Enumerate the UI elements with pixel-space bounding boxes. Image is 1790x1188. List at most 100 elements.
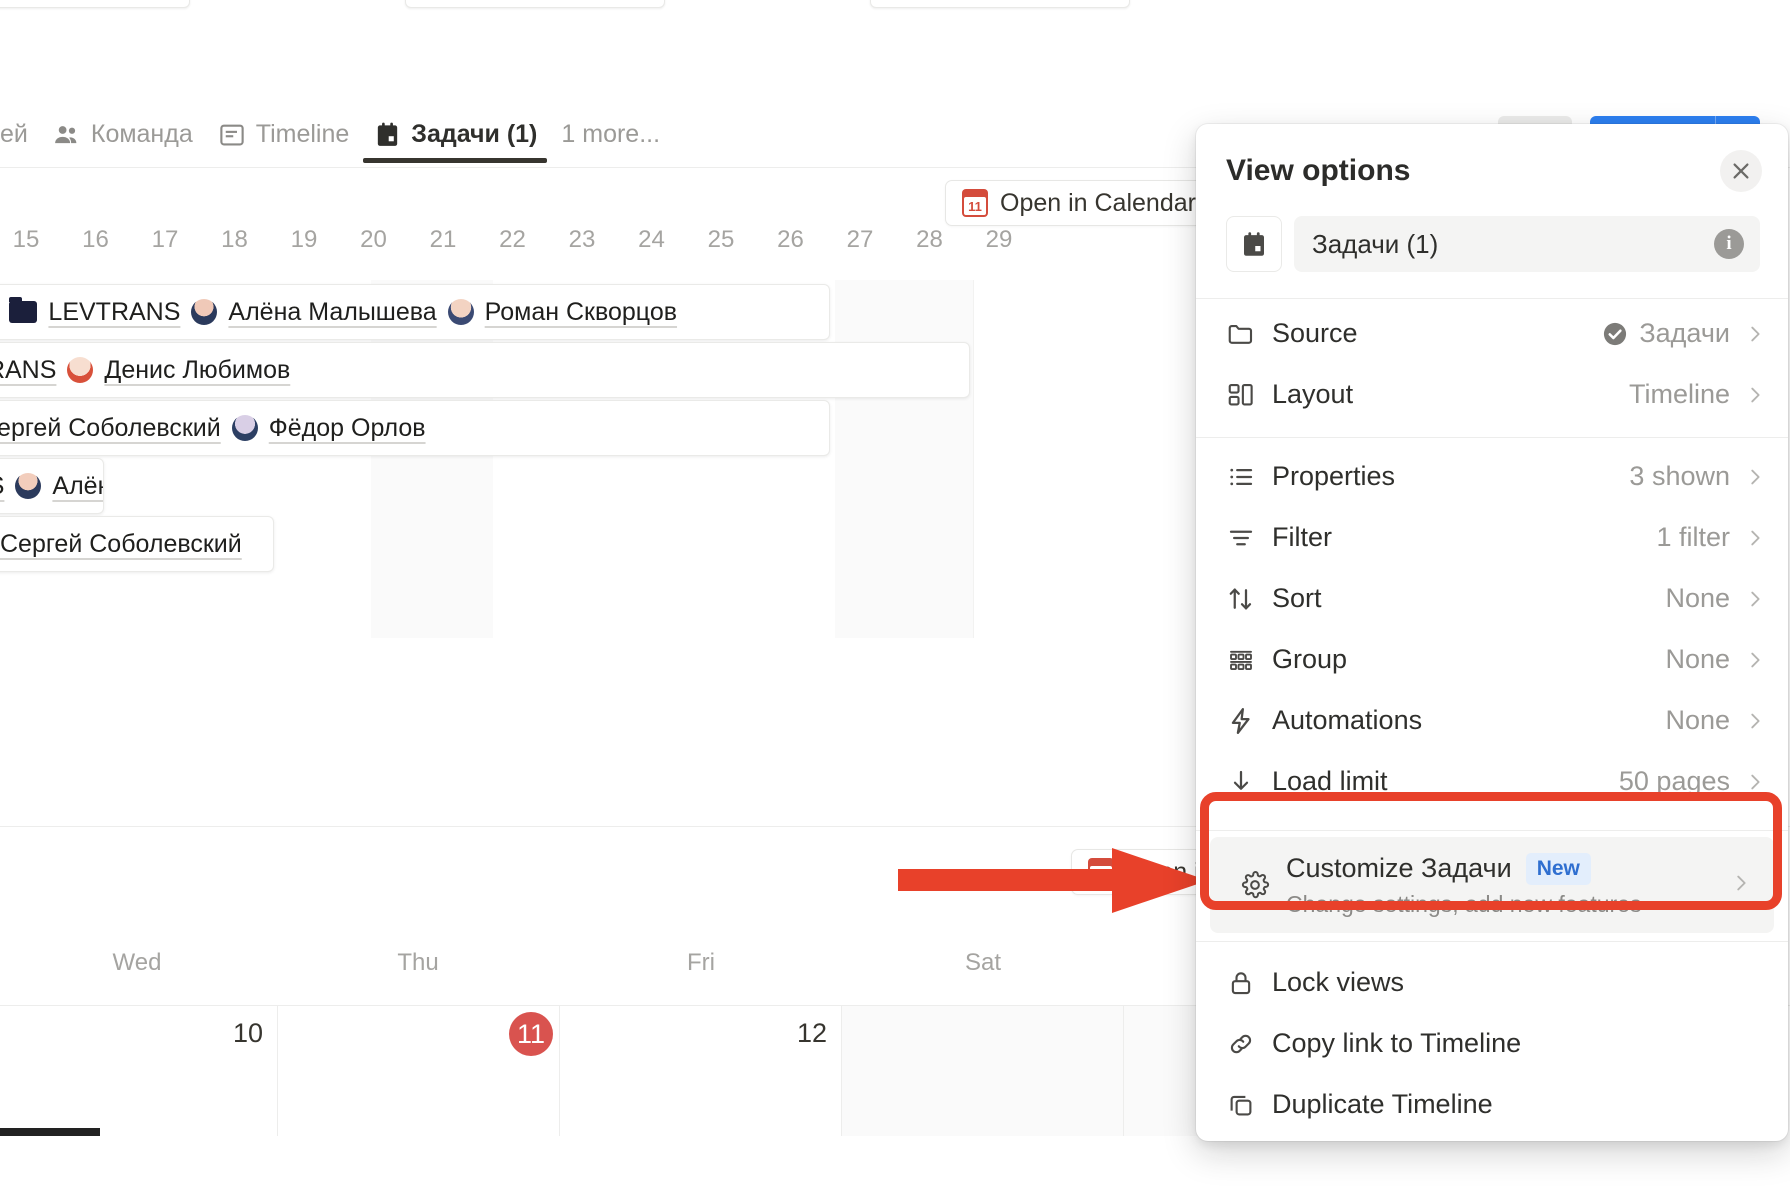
timeline-day-number: 29 [985, 226, 1013, 253]
calendar-day-cell[interactable]: 12 [560, 1006, 842, 1136]
folder-icon [9, 297, 38, 323]
partial-card-3 [870, 0, 1130, 8]
tab-timeline[interactable]: Timeline [205, 106, 362, 163]
view-options-popup: View options Задачи (1) i Source Задачи … [1196, 124, 1788, 1141]
popup-row-label: Source [1272, 318, 1358, 348]
duplicate-icon [1226, 1090, 1272, 1120]
bolt-icon [1226, 706, 1272, 736]
task-assignee-name: Алёна Малышева [228, 297, 437, 326]
customize-row[interactable]: Customize Задачи New Change settings, ad… [1210, 837, 1774, 933]
timeline-day-number: 24 [638, 226, 665, 253]
close-icon[interactable] [1720, 150, 1762, 192]
open-in-calendar-button-top[interactable]: 11 Open in Calendar [945, 180, 1213, 226]
calendar-event-marker [0, 1128, 100, 1136]
chevron-right-icon [1744, 588, 1766, 610]
calendar-day-cell[interactable]: 10 [0, 1006, 278, 1136]
timeline-task-bar[interactable]: ANS Алёна Малышева [0, 458, 104, 514]
timeline-day-number: 20 [360, 226, 387, 253]
avatar [67, 357, 94, 383]
weekday-label: Thu [397, 949, 439, 976]
popup-row-label: Copy link to Timeline [1272, 1028, 1522, 1058]
popup-row-value: None [1665, 644, 1730, 674]
chevron-right-icon [1730, 872, 1752, 899]
popup-row-automations[interactable]: Automations None [1196, 690, 1788, 751]
info-icon[interactable]: i [1714, 229, 1744, 259]
weekday-label: Wed [112, 949, 162, 976]
popup-row-copy-link[interactable]: Copy link to Timeline [1196, 1013, 1788, 1074]
timeline-day-number: 21 [429, 226, 457, 253]
filter-icon [1226, 523, 1272, 553]
calendar-day-cell-weekend[interactable] [842, 1006, 1124, 1136]
tab-more-label: 1 more... [561, 120, 661, 148]
task-assignee-name: Фёдор Орлов [268, 413, 426, 442]
timeline-task-bar[interactable]: Сергей Соболевский [0, 516, 274, 572]
chevron-right-icon [1744, 771, 1766, 793]
weekday-label: Fri [687, 949, 715, 976]
popup-row-label: Lock views [1272, 967, 1405, 997]
calendar-day-cell[interactable]: 11 [278, 1006, 560, 1136]
timeline-day-number: 28 [916, 226, 943, 253]
popup-row-load-limit[interactable]: Load limit 50 pages [1196, 751, 1788, 812]
source-name-value: Задачи (1) [1312, 228, 1439, 259]
new-badge: New [1525, 852, 1591, 885]
popup-row-label: Properties [1272, 461, 1396, 491]
popup-row-value: None [1665, 705, 1730, 735]
popup-row-properties[interactable]: Properties 3 shown [1196, 446, 1788, 507]
timeline-day-number: 16 [82, 226, 109, 253]
popup-separator [1196, 437, 1788, 438]
calendar-icon [373, 120, 402, 150]
task-project-name: ANS [0, 472, 4, 501]
task-assignee-name: Алёна Малышева [52, 471, 103, 500]
popup-source-row: Задачи (1) i [1196, 200, 1788, 294]
source-name-field[interactable]: Задачи (1) i [1294, 216, 1760, 272]
chevron-right-icon [1744, 466, 1766, 488]
calendar-app-icon: 11 [962, 189, 988, 217]
annotation-arrow [898, 836, 1218, 926]
calendar-icon[interactable] [1226, 216, 1282, 272]
tab-team-label: Команда [90, 120, 193, 148]
sort-icon [1226, 584, 1272, 614]
timeline-day-number: 27 [846, 226, 874, 253]
timeline-weekend-column [835, 280, 973, 638]
popup-row-group[interactable]: Group None [1196, 629, 1788, 690]
link-icon [1226, 1029, 1272, 1059]
partial-card-1 [0, 0, 190, 8]
popup-row-value: 1 filter [1656, 522, 1730, 552]
tab-tasks[interactable]: Задачи (1) [361, 106, 549, 163]
layout-icon [1226, 380, 1272, 410]
timeline-day-number: 17 [151, 226, 179, 253]
timeline-day-number: 23 [568, 226, 596, 253]
popup-row-value: Timeline [1628, 379, 1730, 409]
customize-title-row: Customize Задачи New [1286, 852, 1730, 885]
popup-row-duplicate[interactable]: Duplicate Timeline [1196, 1074, 1788, 1135]
tab-partial[interactable]: ей [0, 106, 40, 163]
lock-icon [1226, 968, 1272, 998]
popup-separator [1196, 941, 1788, 942]
timeline-task-bar[interactable]: VTRANS Денис Любимов [0, 342, 970, 398]
popup-row-sort[interactable]: Sort None [1196, 568, 1788, 629]
task-assignee-name: Денис Любимов [104, 355, 291, 384]
popup-row-lock-views[interactable]: Lock views [1196, 952, 1788, 1013]
popup-row-layout[interactable]: Layout Timeline [1196, 364, 1788, 425]
timeline-task-bar[interactable]: йт LEVTRANS Алёна Малышева Роман Скворцо… [0, 284, 830, 340]
calendar-day-number: 12 [796, 1018, 827, 1048]
check-icon [1601, 320, 1629, 348]
tab-tasks-label: Задачи (1) [411, 120, 538, 148]
popup-row-label: Duplicate Timeline [1272, 1089, 1493, 1119]
people-icon [52, 120, 82, 150]
popup-header: View options [1196, 124, 1788, 200]
tab-team[interactable]: Команда [40, 106, 205, 163]
timeline-day-number: 25 [707, 226, 735, 253]
timeline-task-bar[interactable]: Сергей Соболевский Фёдор Орлов [0, 400, 830, 456]
chevron-right-icon [1744, 323, 1766, 345]
tab-more[interactable]: 1 more... [549, 106, 672, 163]
popup-row-source[interactable]: Source Задачи [1196, 303, 1788, 364]
tab-partial-label: ей [0, 120, 28, 148]
popup-row-delete[interactable]: Delete Timeline [1196, 1135, 1788, 1141]
weekday-label: Sat [964, 949, 1002, 976]
popup-row-filter[interactable]: Filter 1 filter [1196, 507, 1788, 568]
download-icon [1226, 767, 1272, 797]
tab-timeline-label: Timeline [255, 120, 350, 148]
popup-row-value: None [1665, 583, 1730, 613]
avatar [191, 299, 218, 325]
